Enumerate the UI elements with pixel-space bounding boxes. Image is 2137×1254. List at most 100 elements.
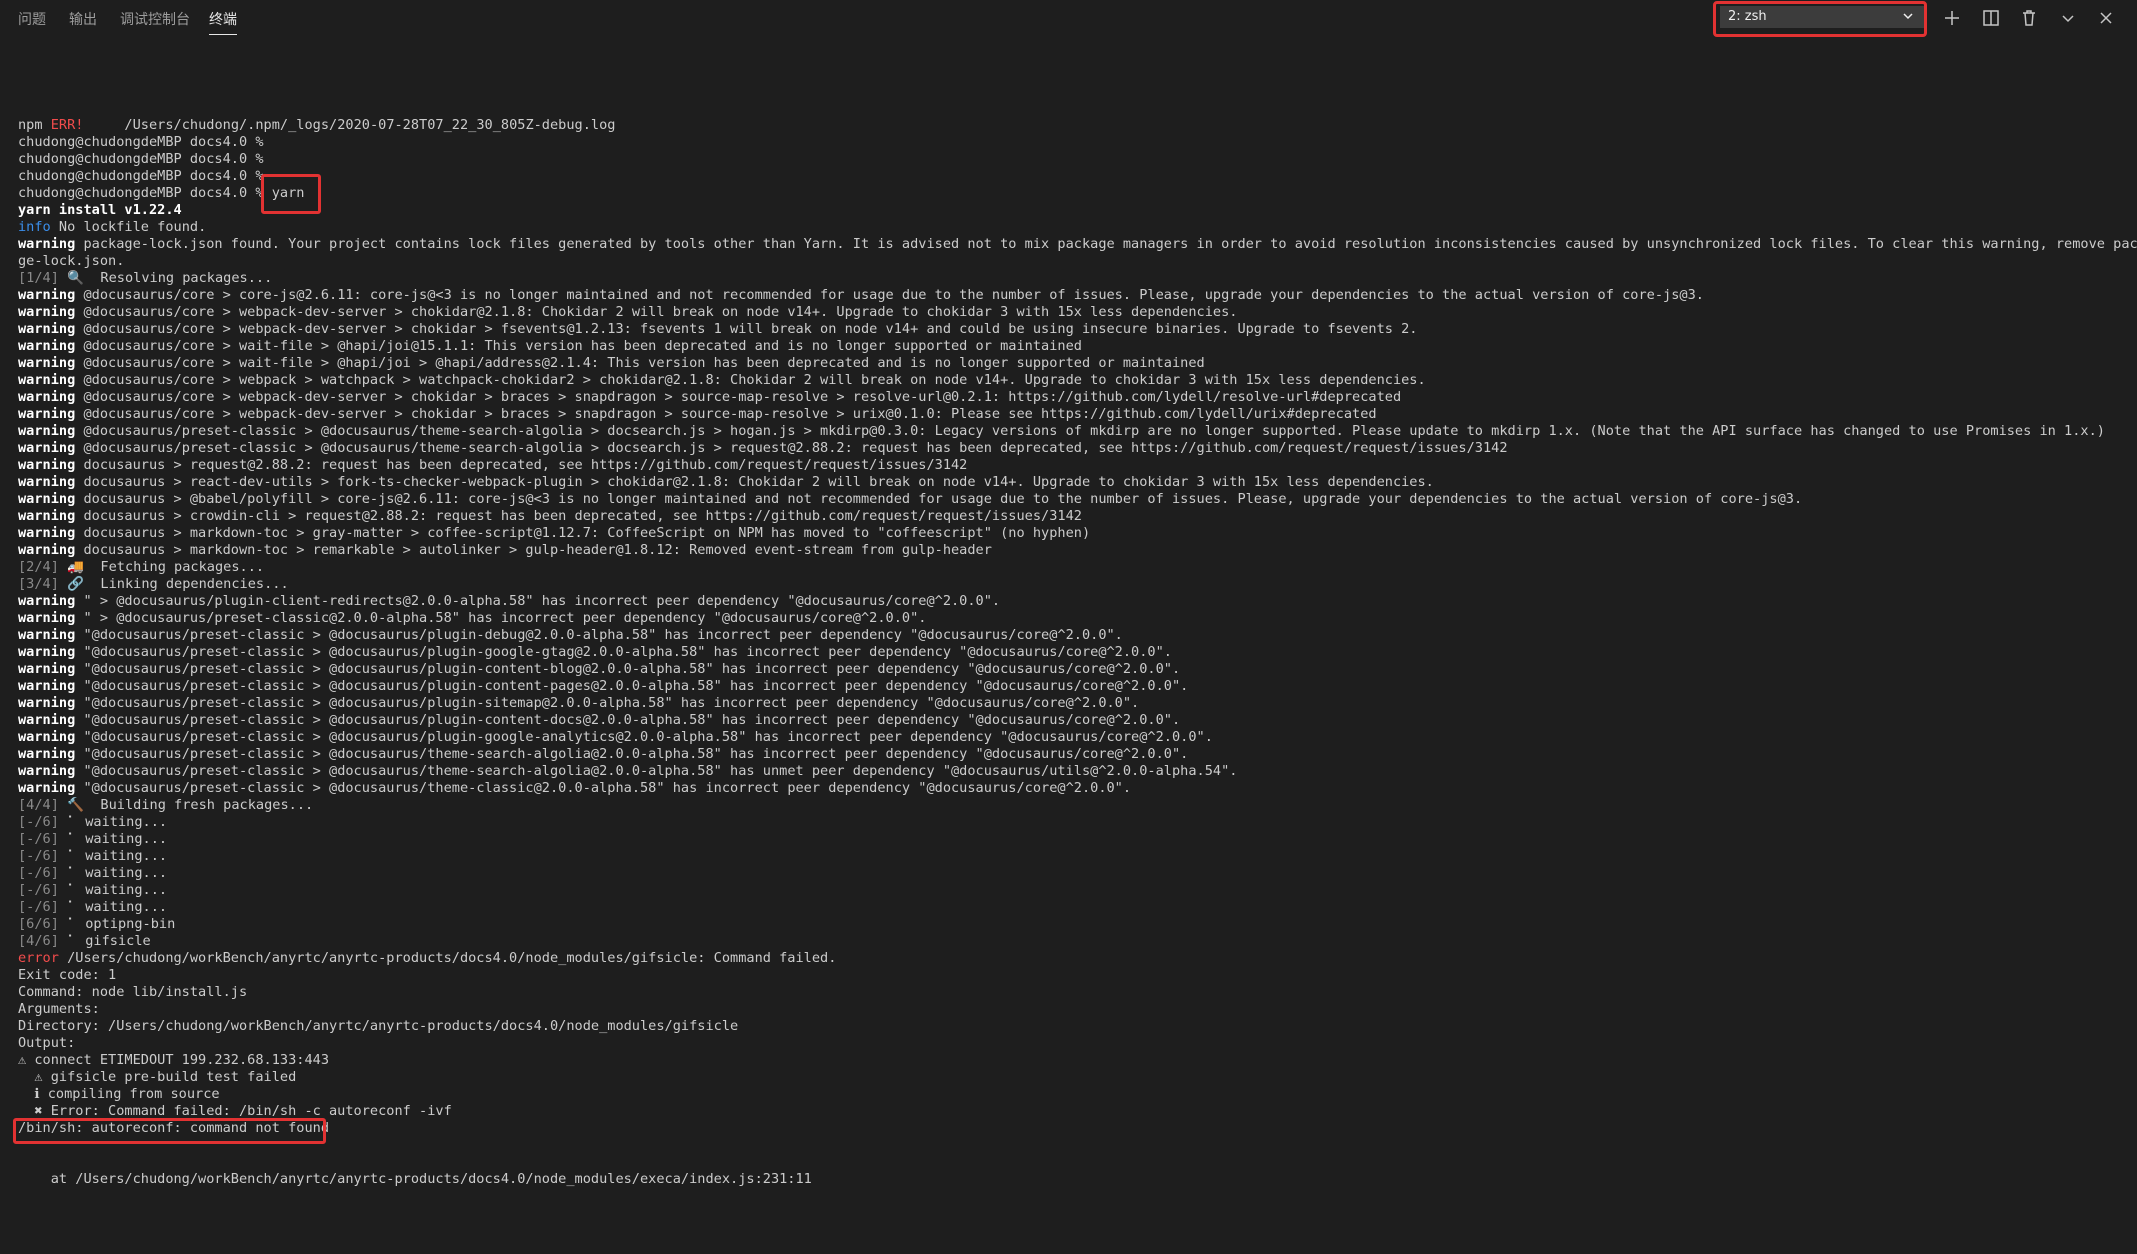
terminal-text: ⠁ waiting... (58, 865, 168, 881)
terminal-text: chudong@chudongdeMBP docs4.0 % (18, 151, 264, 167)
terminal-text: warning (18, 610, 76, 626)
terminal-text: docusaurus > request@2.88.2: request has… (75, 457, 968, 473)
terminal-text: ✖ Error: Command failed: /bin/sh -c auto… (18, 1103, 452, 1119)
terminal-text: warning (18, 525, 76, 541)
terminal-text: [6/6] (18, 916, 59, 932)
tab-output[interactable]: 输出 (69, 9, 97, 34)
terminal-text: chudong@chudongdeMBP docs4.0 % (18, 134, 264, 150)
terminal-text: @docusaurus/core > webpack > watchpack >… (75, 372, 1426, 388)
terminal-line: warning "@docusaurus/preset-classic > @d… (18, 644, 2128, 661)
terminal-line: chudong@chudongdeMBP docs4.0 % yarn (18, 185, 2128, 202)
terminal-line: warning "@docusaurus/preset-classic > @d… (18, 712, 2128, 729)
terminal-text: ge-lock.json. (18, 253, 125, 269)
split-icon[interactable] (1979, 6, 2003, 30)
terminal-text: Exit code: 1 (18, 967, 117, 983)
terminal-line: [-/6] ⠁ waiting... (18, 899, 2128, 916)
terminal-line: [-/6] ⠁ waiting... (18, 848, 2128, 865)
terminal-text: No lockfile found. (50, 219, 207, 235)
terminal-text: warning (18, 355, 76, 371)
terminal-line: warning @docusaurus/preset-classic > @do… (18, 423, 2128, 440)
plus-icon[interactable] (1940, 6, 1964, 30)
terminal-text: yarn install v1.22.4 (18, 202, 182, 218)
terminal-text: Output: (18, 1035, 76, 1051)
terminal-line: warning "@docusaurus/preset-classic > @d… (18, 627, 2128, 644)
terminal-line: Output: (18, 1035, 2128, 1052)
terminal-text: [-/6] (18, 831, 59, 847)
terminal-text: "@docusaurus/preset-classic > @docusauru… (75, 712, 1181, 728)
terminal-text: @docusaurus/core > webpack-dev-server > … (75, 389, 1402, 405)
terminal-line: [4/4] 🔨 Building fresh packages... (18, 797, 2128, 814)
terminal-line: warning @docusaurus/core > webpack-dev-s… (18, 389, 2128, 406)
terminal-text: [-/6] (18, 899, 59, 915)
terminal-output[interactable]: npm ERR! /Users/chudong/.npm/_logs/2020-… (18, 117, 2137, 1188)
terminal-text: docusaurus > markdown-toc > gray-matter … (75, 525, 1091, 541)
terminal-line: warning package-lock.json found. Your pr… (18, 236, 2137, 253)
tab-terminal[interactable]: 终端 (209, 9, 237, 35)
terminal-text: [4/6] (18, 933, 59, 949)
terminal-text: warning (18, 474, 76, 490)
terminal-text: warning (18, 695, 76, 711)
terminal-text: @docusaurus/core > wait-file > @hapi/joi… (75, 355, 1205, 371)
terminal-text: at /Users/chudong/workBench/anyrtc/anyrt… (18, 1171, 812, 1187)
terminal-text: 🔍 Resolving packages... (58, 270, 273, 286)
highlight-yarn-command (261, 174, 321, 214)
terminal-line: warning docusaurus > markdown-toc > gray… (18, 525, 2128, 542)
terminal-text: warning (18, 763, 76, 779)
terminal-text: ⠁ waiting... (58, 848, 168, 864)
highlight-terminal-select (1713, 1, 1927, 37)
terminal-text: warning (18, 746, 76, 762)
terminal-line: warning docusaurus > @babel/polyfill > c… (18, 491, 2128, 508)
terminal-text: /Users/chudong/.npm/_logs/2020-07-28T07_… (83, 117, 616, 133)
tab-debug-console[interactable]: 调试控制台 (120, 9, 190, 34)
terminal-text: warning (18, 729, 76, 745)
terminal-text: "@docusaurus/preset-classic > @docusauru… (75, 729, 1213, 745)
terminal-text: /Users/chudong/workBench/anyrtc/anyrtc-p… (58, 950, 837, 966)
panel-tab-bar: 问题 输出 调试控制台 终端 2: zsh (0, 0, 2137, 38)
terminal-line: warning "@docusaurus/preset-classic > @d… (18, 695, 2128, 712)
terminal-line: warning @docusaurus/core > webpack-dev-s… (18, 321, 2128, 338)
terminal-text: ℹ compiling from source (18, 1086, 220, 1102)
terminal-text: @docusaurus/preset-classic > @docusaurus… (75, 423, 2105, 439)
terminal-line: [-/6] ⠁ waiting... (18, 831, 2128, 848)
terminal-line: warning " > @docusaurus/preset-classic@2… (18, 610, 2128, 627)
terminal-text: "@docusaurus/preset-classic > @docusauru… (75, 763, 1238, 779)
terminal-text: @docusaurus/core > webpack-dev-server > … (75, 406, 1377, 422)
terminal-text: docusaurus > crowdin-cli > request@2.88.… (75, 508, 1082, 524)
tab-problems[interactable]: 问题 (18, 9, 46, 34)
terminal-line: warning @docusaurus/core > webpack > wat… (18, 372, 2128, 389)
terminal-text: warning (18, 712, 76, 728)
terminal-text: warning (18, 542, 76, 558)
terminal-text: "@docusaurus/preset-classic > @docusauru… (75, 678, 1189, 694)
terminal-line: [4/6] ⠁ gifsicle (18, 933, 2128, 950)
chevron-down-icon[interactable] (2056, 6, 2080, 30)
terminal-text: [3/4] (18, 576, 59, 592)
terminal-text: Command: node lib/install.js (18, 984, 248, 1000)
terminal-line: warning @docusaurus/core > webpack-dev-s… (18, 304, 2128, 321)
terminal-text: ⠁ waiting... (58, 814, 168, 830)
close-icon[interactable] (2094, 6, 2118, 30)
terminal-text: "@docusaurus/preset-classic > @docusauru… (75, 746, 1189, 762)
terminal-line: info No lockfile found. (18, 219, 2128, 236)
terminal-line: warning docusaurus > request@2.88.2: req… (18, 457, 2128, 474)
terminal-line: error /Users/chudong/workBench/anyrtc/an… (18, 950, 2128, 967)
terminal-line: warning " > @docusaurus/plugin-client-re… (18, 593, 2128, 610)
terminal-line: warning "@docusaurus/preset-classic > @d… (18, 678, 2128, 695)
terminal-line: warning @docusaurus/core > wait-file > @… (18, 355, 2128, 372)
terminal-text: npm (18, 117, 51, 133)
terminal-text: warning (18, 491, 76, 507)
terminal-line: [-/6] ⠁ waiting... (18, 882, 2128, 899)
terminal-line: Directory: /Users/chudong/workBench/anyr… (18, 1018, 2128, 1035)
terminal-text: Arguments: (18, 1001, 100, 1017)
terminal-line: ge-lock.json. (18, 253, 2128, 270)
terminal-text: warning (18, 644, 76, 660)
terminal-text: "@docusaurus/preset-classic > @docusauru… (75, 695, 1140, 711)
terminal-line: ✖ Error: Command failed: /bin/sh -c auto… (18, 1103, 2128, 1120)
terminal-line: warning docusaurus > markdown-toc > rema… (18, 542, 2128, 559)
terminal-line: ℹ compiling from source (18, 1086, 2128, 1103)
terminal-text: [2/4] (18, 559, 59, 575)
terminal-text: ⚠ gifsicle pre-build test failed (18, 1069, 297, 1085)
terminal-line: warning @docusaurus/core > core-js@2.6.1… (18, 287, 2128, 304)
trash-icon[interactable] (2017, 6, 2041, 30)
terminal-line: warning docusaurus > crowdin-cli > reque… (18, 508, 2128, 525)
terminal-text: " > @docusaurus/preset-classic@2.0.0-alp… (75, 610, 927, 626)
